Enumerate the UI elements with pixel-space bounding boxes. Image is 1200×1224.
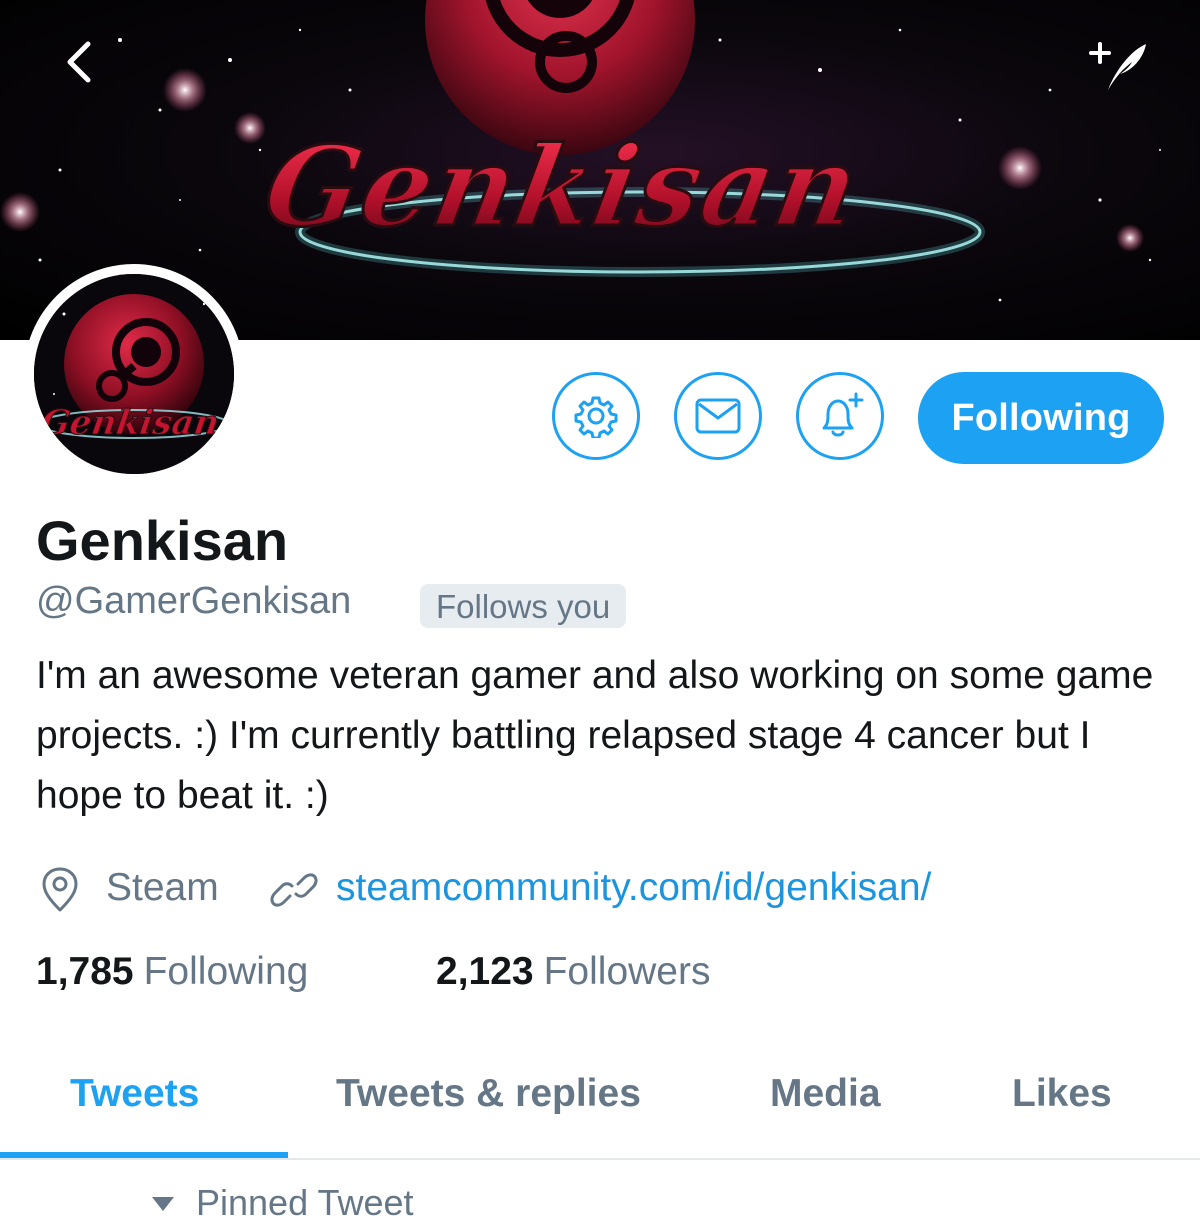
followers-count[interactable]: 2,123 Followers — [436, 950, 710, 994]
following-button[interactable]: Following — [918, 372, 1164, 464]
display-name: Genkisan — [36, 509, 289, 572]
pinned-label: Pinned Tweet — [196, 1182, 414, 1223]
tweet-notifications-button[interactable] — [796, 372, 884, 460]
user-handle: @GamerGenkisan — [36, 580, 352, 622]
following-label: Following — [143, 950, 309, 993]
tab-likes[interactable]: Likes — [1012, 1072, 1112, 1116]
pinned-tweet-header: Pinned Tweet — [150, 1182, 414, 1224]
chevron-left-icon — [67, 41, 91, 83]
compose-tweet-button[interactable] — [1084, 34, 1154, 96]
profile-bio: I'm an awesome veteran gamer and also wo… — [36, 654, 1154, 817]
profile-avatar[interactable]: Genkisan — [24, 264, 244, 484]
divider — [0, 1158, 1200, 1160]
tab-media[interactable]: Media — [770, 1072, 881, 1116]
direct-message-button[interactable] — [674, 372, 762, 460]
back-button[interactable] — [52, 32, 108, 92]
following-number: 1,785 — [36, 950, 134, 993]
avatar-artwork: Genkisan — [34, 274, 234, 474]
compose-feather-icon — [1089, 42, 1146, 90]
avatar-image: Genkisan — [34, 274, 234, 474]
followers-number: 2,123 — [436, 950, 534, 993]
tab-tweets[interactable]: Tweets — [70, 1072, 199, 1116]
website-link[interactable]: steamcommunity.com/id/genkisan/ — [336, 866, 931, 910]
banner-logo-text: Genkisan — [256, 123, 870, 252]
tab-tweets-and-replies[interactable]: Tweets & replies — [336, 1072, 641, 1116]
bell-plus-icon — [822, 392, 864, 437]
follows-you-badge: Follows you — [420, 584, 627, 628]
pin-icon — [150, 1182, 176, 1224]
following-count[interactable]: 1,785 Following — [36, 950, 308, 994]
avatar-logo-text: Genkisan — [38, 403, 221, 443]
followers-label: Followers — [543, 950, 711, 993]
gear-icon — [574, 396, 618, 438]
location-text: Steam — [106, 866, 219, 909]
link-icon — [270, 873, 318, 907]
location-pin-icon — [42, 867, 78, 912]
envelope-icon — [695, 398, 741, 434]
profile-settings-button[interactable] — [552, 372, 640, 460]
profile-tabs: Tweets Tweets & replies Media Likes — [0, 1050, 1200, 1158]
